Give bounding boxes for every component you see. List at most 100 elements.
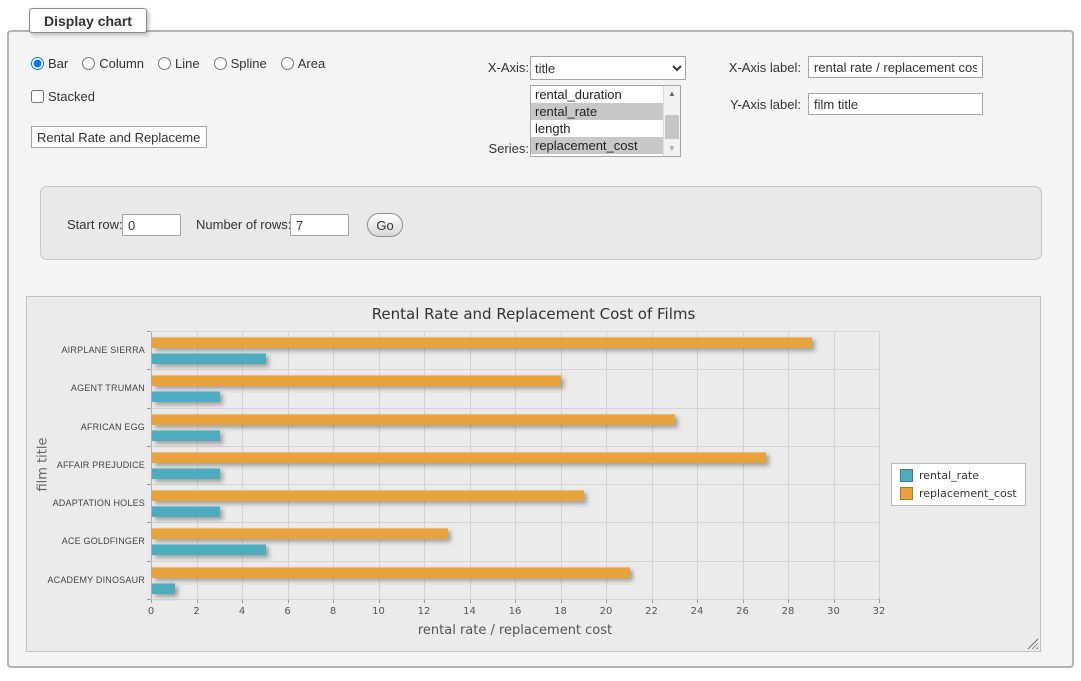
- x-axis-tick-label: 6: [273, 606, 303, 617]
- grid-line-vertical: [197, 331, 198, 599]
- chart-type-option-column[interactable]: Column: [82, 56, 144, 71]
- grid-line-horizontal: [151, 446, 879, 447]
- y-axis-tick: [147, 408, 151, 409]
- go-button[interactable]: Go: [367, 213, 403, 237]
- x-axis-tick-label: 16: [500, 606, 530, 617]
- bar-replacement_cost[interactable]: [152, 414, 675, 425]
- grid-line-vertical: [242, 331, 243, 599]
- scrollbar-thumb[interactable]: [665, 115, 679, 139]
- chart-type-label: Line: [175, 56, 200, 71]
- chart-type-radio-bar[interactable]: [31, 57, 44, 70]
- series-option-replacement_cost[interactable]: replacement_cost: [531, 137, 663, 154]
- x-axis-tick-label: 12: [409, 606, 439, 617]
- grid-line-vertical: [697, 331, 698, 599]
- scroll-down-icon[interactable]: ▼: [664, 141, 680, 156]
- bar-replacement_cost[interactable]: [152, 567, 630, 578]
- grid-line-vertical: [151, 331, 152, 599]
- legend-entry-replacement_cost[interactable]: replacement_cost: [900, 487, 1017, 500]
- y-axis-tick: [147, 484, 151, 485]
- y-axis-tick: [147, 522, 151, 523]
- chart-type-option-bar[interactable]: Bar: [31, 56, 68, 71]
- bar-replacement_cost[interactable]: [152, 452, 766, 463]
- chart-type-option-spline[interactable]: Spline: [214, 56, 267, 71]
- grid-line-horizontal: [151, 599, 879, 600]
- x-axis-tick-label: 24: [682, 606, 712, 617]
- y-axis-tick: [147, 331, 151, 332]
- scroll-up-icon[interactable]: ▲: [664, 86, 680, 101]
- x-axis-tick-label: 32: [864, 606, 894, 617]
- series-listbox[interactable]: rental_durationrental_ratelengthreplacem…: [530, 85, 681, 157]
- bar-rental_rate[interactable]: [152, 353, 266, 364]
- x-axis-select[interactable]: title: [530, 56, 686, 80]
- x-axis-tick: [879, 599, 880, 603]
- bar-replacement_cost[interactable]: [152, 528, 448, 539]
- x-axis-label-field-label: X-Axis label:: [709, 60, 801, 75]
- chart-legend: rental_rate replacement_cost: [891, 463, 1026, 506]
- legend-chip-replacement_cost: [900, 487, 913, 500]
- stacked-label-text: Stacked: [48, 89, 95, 104]
- chart-title-input[interactable]: [31, 126, 207, 148]
- x-axis-tick-label: 10: [364, 606, 394, 617]
- chart-type-radio-line[interactable]: [158, 57, 171, 70]
- chart-type-radio-spline[interactable]: [214, 57, 227, 70]
- chart-type-label: Column: [99, 56, 144, 71]
- grid-line-vertical: [379, 331, 380, 599]
- chart-type-option-area[interactable]: Area: [281, 56, 325, 71]
- grid-line-vertical: [424, 331, 425, 599]
- y-axis-label-input[interactable]: [808, 93, 983, 115]
- series-option-rental_duration[interactable]: rental_duration: [531, 86, 663, 103]
- x-axis-tick-label: 14: [455, 606, 485, 617]
- chart-type-radio-area[interactable]: [281, 57, 294, 70]
- start-row-label: Start row:: [67, 217, 123, 232]
- chart-type-label: Bar: [48, 56, 68, 71]
- panel-title: Display chart: [29, 8, 147, 33]
- start-row-input[interactable]: [122, 214, 181, 236]
- bar-replacement_cost[interactable]: [152, 490, 584, 501]
- legend-entry-rental_rate[interactable]: rental_rate: [900, 469, 1017, 482]
- chart-container: Rental Rate and Replacement Cost of Film…: [26, 296, 1041, 652]
- grid-line-horizontal: [151, 369, 879, 370]
- series-list-label: Series:: [449, 141, 529, 156]
- grid-line-horizontal: [151, 408, 879, 409]
- y-axis-tick: [147, 446, 151, 447]
- grid-line-vertical: [652, 331, 653, 599]
- stacked-checkbox-label[interactable]: Stacked: [31, 89, 95, 104]
- legend-chip-rental_rate: [900, 469, 913, 482]
- grid-line-vertical: [333, 331, 334, 599]
- series-listbox-scrollbar[interactable]: ▲ ▼: [663, 86, 680, 156]
- chart-type-radio-column[interactable]: [82, 57, 95, 70]
- bar-replacement_cost[interactable]: [152, 375, 561, 386]
- x-axis-title: rental rate / replacement cost: [151, 623, 879, 638]
- x-axis-tick-label: 8: [318, 606, 348, 617]
- bar-rental_rate[interactable]: [152, 430, 220, 441]
- category-label: AIRPLANE SIERRA: [33, 331, 145, 369]
- x-axis-tick-label: 26: [728, 606, 758, 617]
- legend-label: rental_rate: [919, 469, 979, 482]
- x-axis-tick-label: 28: [773, 606, 803, 617]
- resize-handle-icon[interactable]: [1027, 638, 1038, 649]
- number-of-rows-input[interactable]: [290, 214, 349, 236]
- x-axis-select-label: X-Axis:: [449, 60, 529, 75]
- bar-rental_rate[interactable]: [152, 391, 220, 402]
- category-label: ACE GOLDFINGER: [33, 522, 145, 560]
- x-axis-label-input[interactable]: [808, 56, 983, 78]
- chart-type-option-line[interactable]: Line: [158, 56, 200, 71]
- y-axis-title: film title: [36, 435, 51, 495]
- series-option-rental_rate[interactable]: rental_rate: [531, 103, 663, 120]
- bar-rental_rate[interactable]: [152, 468, 220, 479]
- grid-line-vertical: [788, 331, 789, 599]
- chart-type-label: Spline: [231, 56, 267, 71]
- bar-rental_rate[interactable]: [152, 544, 266, 555]
- grid-line-vertical: [606, 331, 607, 599]
- x-axis-tick-label: 18: [546, 606, 576, 617]
- bar-rental_rate[interactable]: [152, 583, 175, 594]
- bar-replacement_cost[interactable]: [152, 337, 812, 348]
- x-axis-tick-label: 2: [182, 606, 212, 617]
- grid-line-vertical: [561, 331, 562, 599]
- grid-line-vertical: [834, 331, 835, 599]
- stacked-checkbox[interactable]: [31, 90, 44, 103]
- bar-rental_rate[interactable]: [152, 506, 220, 517]
- category-label: AGENT TRUMAN: [33, 369, 145, 407]
- series-option-length[interactable]: length: [531, 120, 663, 137]
- grid-line-vertical: [515, 331, 516, 599]
